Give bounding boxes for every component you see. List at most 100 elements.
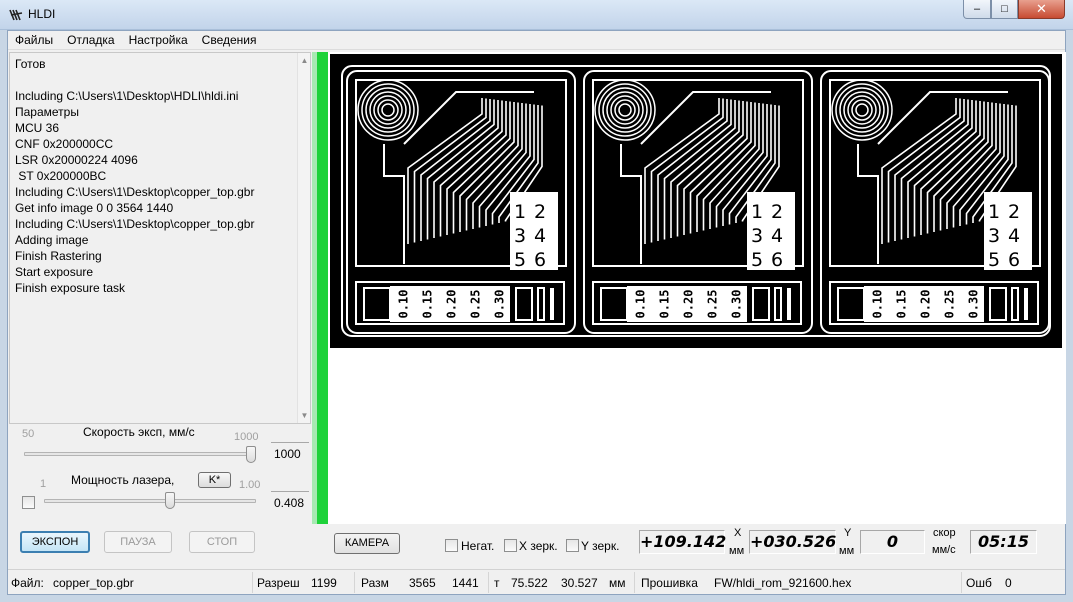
log-line: Finish Rastering [15,249,102,263]
elapsed-time-display: 05:15 [970,530,1037,554]
pad-digit: 4 [534,225,546,247]
dimension-width: 75.522 [511,576,548,590]
size-width: 3565 [409,576,436,590]
y-axis-label: Y [844,527,852,539]
x-mirror-checkbox[interactable] [504,539,517,552]
camera-button[interactable]: КАМЕРА [334,533,400,554]
log-line: Finish exposure task [15,281,126,295]
speed-max-label: 1000 [234,431,259,443]
scroll-down-icon[interactable]: ▼ [298,409,311,422]
log-line: MCU 36 [15,121,60,135]
trace-width-label: 0.10 [871,290,885,319]
trace-width-label: 0.30 [493,290,507,319]
firmware-label: Прошивка [641,576,698,590]
power-slider-thumb[interactable] [165,492,176,509]
trace-width-label: 0.15 [658,290,672,319]
power-max-label: 1.00 [239,479,261,491]
pad-digit: 4 [1008,225,1020,247]
file-label: Файл: [11,576,44,590]
trace-width-label: 0.15 [895,290,909,319]
menu-files[interactable]: Файлы [8,31,60,49]
speed-unit-label-top: скор [933,527,956,539]
power-enable-checkbox[interactable] [22,496,35,509]
log-line: Including C:\Users\1\Desktop\copper_top.… [15,217,255,231]
trace-width-label: 0.30 [967,290,981,319]
pad-digit: 6 [1008,249,1020,271]
y-mirror-label: Y зерк. [581,539,620,553]
pad-digit: 3 [751,225,763,247]
log-lines: Готов Including C:\Users\1\Desktop\HDLI\h… [15,56,295,296]
trace-width-label: 0.20 [919,290,933,319]
exposure-indicator-bar [312,52,328,524]
pad-digit: 5 [514,249,526,271]
size-height: 1441 [452,576,479,590]
dimension-unit: мм [609,576,626,590]
log-line: Готов [15,57,46,71]
power-slider-track[interactable] [44,499,256,503]
trace-width-label: 0.25 [469,290,483,319]
dimension-label: т [494,576,500,590]
trace-width-label: 0.30 [730,290,744,319]
trace-width-label: 0.10 [634,290,648,319]
menu-bar: Файлы Отладка Настройка Сведения [8,31,1065,50]
negative-checkbox[interactable] [445,539,458,552]
pause-button[interactable]: ПАУЗА [104,531,172,553]
negative-label: Негат. [461,539,495,553]
log-line: Adding image [15,233,89,247]
dimension-height: 30.527 [561,576,598,590]
power-value: 0.408 [271,491,309,513]
pad-digit: 2 [1008,201,1020,223]
expose-button[interactable]: ЭКСПОН [20,531,90,553]
pad-digit: 3 [514,225,526,247]
speed-value: 1000 [271,442,309,464]
maximize-button[interactable]: □ [991,0,1018,19]
status-bar: Файл: copper_top.gbr Разреш 1199 Разм 35… [8,569,1065,594]
log-scrollbar[interactable]: ▲ ▼ [297,53,310,423]
log-line: CNF 0x200000CC [15,137,114,151]
pcb-tile: 1 23 45 6 0.10 0.15 0.20 0.25 0.30 [583,70,813,334]
minimize-button[interactable]: – [963,0,991,19]
title-bar: HLDI – □ ✕ [0,0,1073,30]
k-star-button[interactable]: K* [198,472,231,488]
x-mirror-label: X зерк. [519,539,558,553]
y-unit-label: мм [839,545,855,557]
trace-width-label: 0.15 [421,290,435,319]
pad-digit: 6 [534,249,546,271]
pcb-tile: 1 23 45 6 0.10 0.15 0.20 0.25 0.30 [346,70,576,334]
errors-count: 0 [1005,576,1012,590]
speed-slider-thumb[interactable] [246,446,256,463]
preview-canvas[interactable]: 1 2 3 4 5 6 0.10 0.15 0.20 0.25 0.30 1 2 3 4 5 6 0.10 0.15… [328,52,1066,524]
speed-label: Скорость эксп, мм/с [83,425,195,439]
pcb-tile: 1 23 45 6 0.10 0.15 0.20 0.25 0.30 [820,70,1050,334]
trace-width-label: 0.25 [706,290,720,319]
pad-digit: 2 [534,201,546,223]
log-panel[interactable]: Готов Including C:\Users\1\Desktop\HDLI\h… [9,52,311,424]
pad-digit: 4 [771,225,783,247]
pad-digit: 6 [771,249,783,271]
speed-unit-label-bottom: мм/с [932,544,956,556]
menu-debug[interactable]: Отладка [60,31,121,49]
speed-display: 0 [860,530,925,554]
y-mirror-checkbox[interactable] [566,539,579,552]
power-label: Мощность лазера, [71,473,175,487]
scroll-up-icon[interactable]: ▲ [298,54,311,67]
resolution-value: 1199 [311,576,337,590]
close-button[interactable]: ✕ [1018,0,1065,19]
log-line: ST 0x200000BC [15,169,107,183]
speed-min-label: 50 [22,428,35,440]
x-position-display: +109.142 [639,530,726,554]
speed-slider-track[interactable] [24,452,256,456]
log-line: Start exposure [15,265,94,279]
size-label: Разм [361,576,389,590]
stop-button[interactable]: СТОП [189,531,255,553]
x-axis-label: X [734,527,742,539]
menu-settings[interactable]: Настройка [122,31,195,49]
pcb-preview: 1 23 45 60.10 0.15 0.20 0.25 0.301 23 45 60.10 0.15… [330,54,1062,348]
pad-digit: 1 [988,201,1000,223]
target-circles [594,79,656,141]
target-circles [357,79,419,141]
menu-info[interactable]: Сведения [195,31,264,49]
errors-label: Ошб [966,576,992,590]
pad-digit: 2 [771,201,783,223]
